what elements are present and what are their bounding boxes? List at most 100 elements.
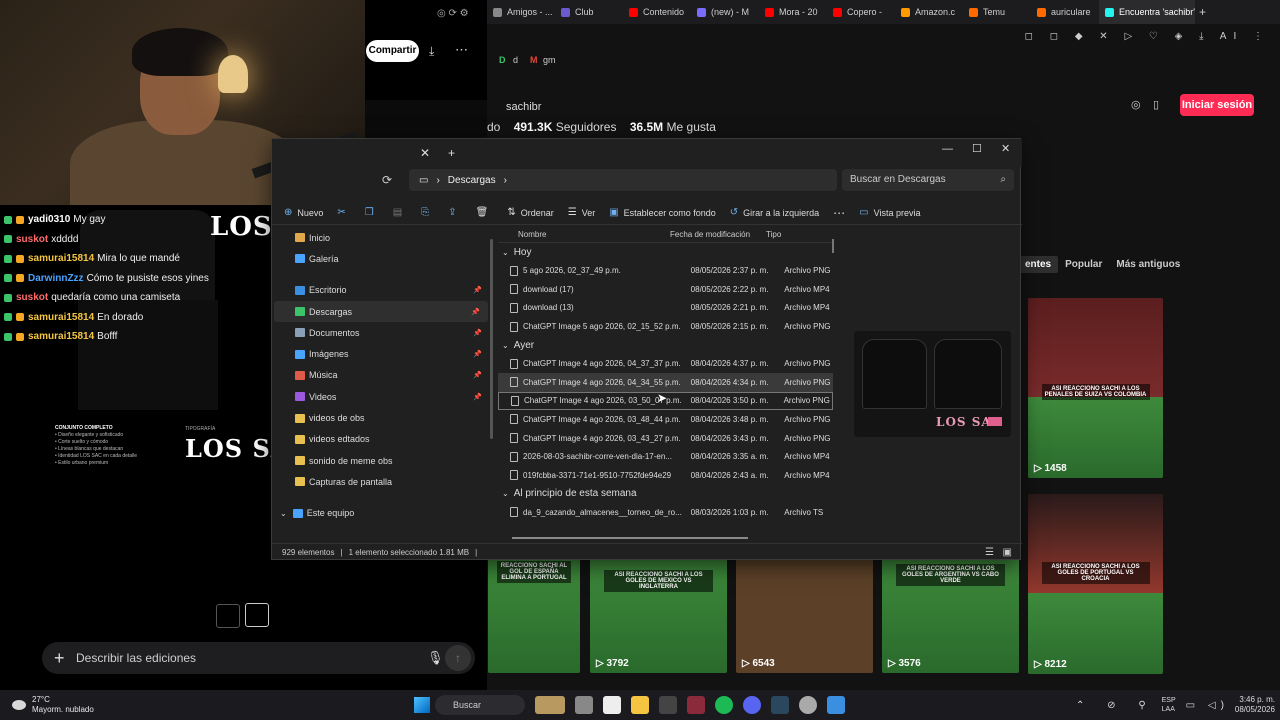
browser-tab[interactable]: Temu xyxy=(963,0,1031,24)
widgets-icon[interactable] xyxy=(535,696,565,714)
discord-icon[interactable] xyxy=(743,696,761,714)
nav-item-descargas[interactable]: Descargas 📌 xyxy=(274,300,488,323)
file-row[interactable]: 5 ago 2026, 02_37_49 p.m. 08/05/2026 2:37… xyxy=(498,262,833,281)
file-row[interactable]: ChatGPT Image 4 ago 2026, 03_43_27 p.m. 0… xyxy=(498,429,833,448)
bookmark-item[interactable]: gm xyxy=(543,55,556,65)
browser-tab[interactable]: auriculare xyxy=(1031,0,1099,24)
close-window-icon[interactable]: ✕ xyxy=(1001,142,1010,155)
app-icon[interactable] xyxy=(687,696,705,714)
paste-icon[interactable]: ▤ xyxy=(393,207,407,218)
nav-item-sonido-meme[interactable]: sonido de meme obs xyxy=(272,450,490,471)
rename-icon[interactable]: ⎘ xyxy=(421,207,434,218)
more-options-icon[interactable]: ⋯ xyxy=(833,206,845,220)
browser-tab[interactable]: Amazon.c xyxy=(895,0,963,24)
tab-oldest[interactable]: Más antiguos xyxy=(1109,256,1187,273)
file-row[interactable]: download (13) 08/05/2026 2:21 p. m. Archiv… xyxy=(498,299,833,318)
more-icon[interactable]: ⋯ xyxy=(455,42,468,58)
refresh-icon[interactable]: ⟳ xyxy=(382,173,392,187)
minimize-icon[interactable]: — xyxy=(942,143,953,155)
file-row[interactable]: 2026-08-03-sachibr-corre-ven-dia-17-en..… xyxy=(498,447,833,466)
file-row[interactable]: ChatGPT Image 5 ago 2026, 02_15_52 p.m. 0… xyxy=(498,317,833,336)
bookmark-item[interactable]: d xyxy=(513,55,518,65)
weather-widget[interactable]: 27°C Mayorm. nublado xyxy=(32,695,152,715)
new-button[interactable]: ⊕ Nuevo xyxy=(284,207,323,218)
close-tab-icon[interactable]: ✕ xyxy=(420,146,430,160)
file-row[interactable]: da_9_cazando_almacenes__torneo_de_ro... 0… xyxy=(498,503,833,522)
bookmark-icon[interactable]: D xyxy=(499,55,506,65)
nav-item-videos-editados[interactable]: videos edtados xyxy=(272,429,490,450)
sort-button[interactable]: ⇅ Ordenar xyxy=(507,207,553,218)
browser-tab[interactable]: Amigos - ... xyxy=(487,0,555,24)
app-icon[interactable] xyxy=(827,696,845,714)
nav-item-imagenes[interactable]: Imágenes 📌 xyxy=(272,343,490,364)
new-tab-icon[interactable]: + xyxy=(448,146,455,160)
video-card[interactable]: ▷ 6543 xyxy=(736,558,873,673)
settings-icon[interactable]: ◎ xyxy=(1131,98,1141,111)
view-button[interactable]: ☰ Ver xyxy=(568,207,595,218)
file-row-selected[interactable]: ChatGPT Image 4 ago 2026, 04_34_55 p.m. 0… xyxy=(498,372,833,392)
video-card[interactable]: REACCIONO SACHI AL GOL DE ESPAÑA ELIMINA… xyxy=(488,558,580,673)
chevron-down-icon[interactable]: ⌄ xyxy=(280,509,287,518)
network-volume-icons[interactable]: ▭ ◁) xyxy=(1186,700,1229,711)
nav-item-este-equipo[interactable]: ⌄ Este equipo xyxy=(272,503,490,524)
nav-item-capturas[interactable]: Capturas de pantalla xyxy=(272,471,490,492)
file-row[interactable]: download (17) 08/05/2026 2:22 p. m. Archiv… xyxy=(498,280,833,299)
tab-popular[interactable]: Popular xyxy=(1058,256,1109,273)
browser-tab[interactable]: Club xyxy=(555,0,623,24)
notepad-icon[interactable] xyxy=(603,696,621,714)
set-wallpaper-button[interactable]: ▣ Establecer como fondo xyxy=(609,207,716,218)
copy-icon[interactable]: ❐ xyxy=(365,207,379,218)
share-icon[interactable]: ⇪ xyxy=(448,207,461,218)
weather-cloud-icon[interactable] xyxy=(12,700,26,710)
video-card[interactable]: ASI REACCIONO SACHI A LOS PENALES DE SUI… xyxy=(1028,298,1163,478)
browser-tab[interactable]: Mora - 20 xyxy=(759,0,827,24)
clock[interactable]: 3:46 p. m. 08/05/2026 xyxy=(1235,695,1275,715)
video-card[interactable]: ASI REACCIONO SACHI A LOS GOLES DE ARGEN… xyxy=(882,558,1019,673)
group-header[interactable]: ⌄ Ayer xyxy=(498,336,833,355)
cut-icon[interactable]: ✂ xyxy=(337,207,350,218)
thumbnail-option-selected[interactable] xyxy=(245,603,269,627)
video-card[interactable]: ASI REACCIONO SACHI A LOS GOLES DE PORTU… xyxy=(1028,494,1163,674)
column-type[interactable]: Tipo xyxy=(766,230,816,239)
nav-item-galeria[interactable]: Galería xyxy=(272,248,490,269)
windows-start-icon[interactable] xyxy=(414,697,430,713)
browser-tab[interactable]: Contenido xyxy=(623,0,691,24)
language-indicator[interactable]: ESP LAA xyxy=(1162,696,1176,714)
tiles-view-icon[interactable]: ▣ xyxy=(1003,547,1012,558)
group-header[interactable]: ⌄ Al principio de esta semana xyxy=(498,485,833,504)
search-input[interactable]: Buscar en Descargas ⌕ xyxy=(842,169,1014,191)
store-icon[interactable] xyxy=(659,696,677,714)
tab-recent[interactable]: entes xyxy=(1018,256,1059,273)
nav-item-escritorio[interactable]: Escritorio 📌 xyxy=(272,280,490,301)
list-scrollbar[interactable] xyxy=(832,239,834,253)
rotate-left-button[interactable]: ↺ Girar a la izquierda xyxy=(730,207,819,218)
video-card[interactable]: ASI REACCIONO SACHI A LOS GOLES DE MEXIC… xyxy=(590,558,727,673)
column-name[interactable]: Nombre xyxy=(498,230,670,239)
extension-icons[interactable]: ◻ ◻ ◆ ✕ ▷ ♡ ◈ ⤓ AI ⋮ xyxy=(1025,31,1270,42)
maximize-icon[interactable]: ☐ xyxy=(972,142,982,155)
obs-icon[interactable] xyxy=(799,696,817,714)
details-view-icon[interactable]: ☰ xyxy=(985,547,994,558)
browser-tab-active[interactable]: Encuentra 'sachibr' xyxy=(1099,0,1195,24)
file-row[interactable]: 019fcbba-3371-71e1-9510-7752fde94e29 08/0… xyxy=(498,466,833,485)
group-header[interactable]: ⌄ Hoy xyxy=(498,243,833,262)
chevron-right-icon[interactable]: › xyxy=(504,175,507,186)
new-tab-icon[interactable]: + xyxy=(1199,5,1206,19)
delete-icon[interactable]: 🗑 xyxy=(476,207,494,218)
spotify-icon[interactable] xyxy=(715,696,733,714)
send-button[interactable]: ↑ xyxy=(445,645,471,671)
download-icon[interactable]: ⤓ xyxy=(429,44,434,59)
share-button[interactable]: Compartir xyxy=(366,40,419,62)
column-date[interactable]: Fecha de modificación xyxy=(670,230,766,239)
horizontal-scrollbar[interactable] xyxy=(512,537,748,539)
file-row[interactable]: ChatGPT Image 4 ago 2026, 03_48_44 p.m. 0… xyxy=(498,410,833,429)
breadcrumb-current[interactable]: Descargas xyxy=(448,175,496,186)
nav-item-videos-obs[interactable]: videos de obs xyxy=(272,407,490,428)
nav-item-videos[interactable]: Videos 📌 xyxy=(272,386,490,407)
file-row[interactable]: ChatGPT Image 4 ago 2026, 04_37_37 p.m. 0… xyxy=(498,354,833,373)
steam-icon[interactable] xyxy=(771,696,789,714)
nav-item-musica[interactable]: Música 📌 xyxy=(272,365,490,386)
nav-item-documentos[interactable]: Documentos 📌 xyxy=(272,322,490,343)
login-button[interactable]: Iniciar sesión xyxy=(1180,94,1254,116)
nav-scrollbar[interactable] xyxy=(490,239,493,439)
